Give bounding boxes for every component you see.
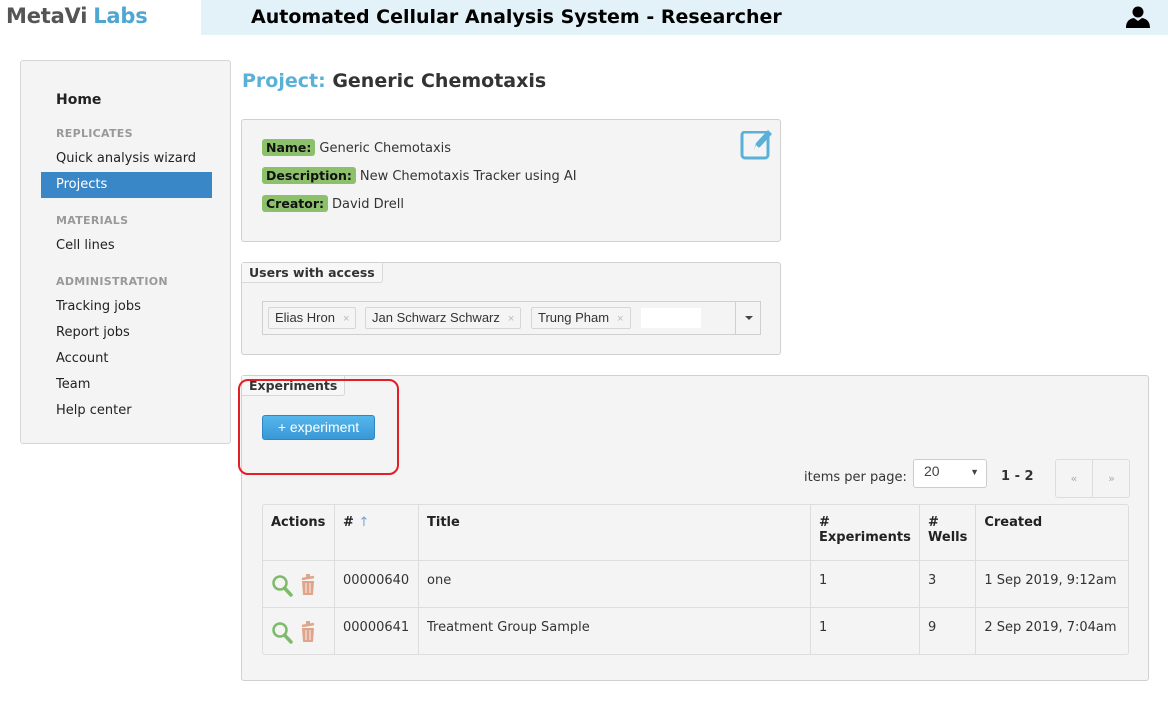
user-chip: Trung Pham × — [531, 307, 631, 329]
name-tag: Name: — [262, 139, 316, 156]
view-icon[interactable] — [271, 620, 293, 644]
users-with-access-panel: Users with access Elias Hron × Jan Schwar… — [241, 262, 781, 355]
users-search-input[interactable] — [641, 308, 701, 328]
title-bar: Automated Cellular Analysis System - Res… — [201, 0, 1168, 35]
next-page-button[interactable]: » — [1093, 460, 1130, 497]
sidebar-item-team[interactable]: Team — [41, 372, 212, 398]
user-chip-label: Jan Schwarz Schwarz — [372, 310, 500, 325]
users-multiselect[interactable]: Elias Hron × Jan Schwarz Schwarz × Trung P… — [262, 301, 761, 335]
row-wells: 3 — [920, 561, 977, 608]
row-id: 00000640 — [335, 561, 419, 608]
info-creator-row: Creator: David Drell — [262, 195, 404, 212]
row-title: Treatment Group Sample — [419, 608, 811, 654]
sidebar-item-cell-lines[interactable]: Cell lines — [41, 233, 212, 259]
user-chip: Jan Schwarz Schwarz × — [365, 307, 522, 329]
page-range: 1 - 2 — [1001, 469, 1034, 484]
edit-icon[interactable] — [740, 126, 774, 160]
row-created: 2 Sep 2019, 7:04am — [984, 620, 1117, 635]
row-wells: 9 — [920, 608, 977, 654]
sidebar-item-home[interactable]: Home — [41, 87, 212, 113]
sidebar-item-tracking-jobs[interactable]: Tracking jobs — [41, 294, 212, 320]
remove-user-icon[interactable]: × — [617, 313, 623, 325]
row-experiments: 1 — [811, 608, 920, 654]
table-header-row: Actions # ↑ Title # Experiments # Wells … — [263, 505, 1128, 561]
page-title: Project: Generic Chemotaxis — [242, 70, 546, 92]
page-title-value: Generic Chemotaxis — [332, 70, 547, 92]
sidebar-item-account[interactable]: Account — [41, 346, 212, 372]
sort-asc-icon: ↑ — [358, 515, 370, 530]
project-info-panel: Name: Generic Chemotaxis Description: New … — [241, 119, 781, 242]
row-created: 1 Sep 2019, 9:12am — [976, 561, 1128, 608]
sidebar-item-report-jobs[interactable]: Report jobs — [41, 320, 212, 346]
col-actions: Actions — [263, 505, 335, 561]
prev-page-button[interactable]: « — [1056, 460, 1093, 497]
chevron-down-icon[interactable] — [735, 302, 760, 334]
view-icon[interactable] — [271, 573, 293, 597]
col-wells[interactable]: # Wells — [920, 505, 977, 561]
col-title[interactable]: Title — [419, 505, 811, 561]
row-actions — [263, 608, 335, 654]
row-id: 00000641 — [335, 608, 419, 654]
pagination: « » — [1055, 459, 1130, 498]
sidebar: Home REPLICATES Quick analysis wizard Pr… — [20, 60, 231, 444]
experiments-legend: Experiments — [242, 376, 346, 396]
experiments-table: Actions # ↑ Title # Experiments # Wells … — [262, 504, 1129, 655]
logo-text-meta: MetaVi — [6, 4, 88, 28]
app-title: Automated Cellular Analysis System - Res… — [251, 6, 782, 28]
user-chip-label: Trung Pham — [538, 310, 610, 325]
user-chip-label: Elias Hron — [275, 310, 335, 325]
users-legend: Users with access — [242, 263, 383, 283]
description-tag: Description: — [262, 167, 356, 184]
sidebar-heading-replicates: REPLICATES — [56, 127, 133, 140]
sidebar-item-help-center[interactable]: Help center — [41, 398, 212, 424]
logo-text-labs: Labs — [93, 4, 148, 28]
items-per-page-select[interactable]: 20 ▼ — [913, 459, 987, 488]
creator-value: David Drell — [331, 197, 404, 212]
top-bar: MetaVi Labs Automated Cellular Analysis S… — [0, 0, 1168, 35]
remove-user-icon[interactable]: × — [343, 313, 349, 325]
row-title: one — [419, 561, 811, 608]
experiments-panel: Experiments + experiment items per page:… — [241, 375, 1149, 681]
description-value: New Chemotaxis Tracker using AI — [359, 169, 577, 184]
add-experiment-button[interactable]: + experiment — [262, 415, 375, 440]
info-description-row: Description: New Chemotaxis Tracker using… — [262, 167, 577, 184]
sidebar-item-projects[interactable]: Projects — [41, 172, 212, 198]
info-name-row: Name: Generic Chemotaxis — [262, 139, 451, 156]
row-experiments: 1 — [811, 561, 920, 608]
delete-icon[interactable] — [297, 573, 319, 597]
table-row: 00000641 Treatment Group Sample 1 9 2 Se… — [263, 608, 1128, 654]
table-row: 00000640 one 1 3 1 Sep 2019, 9:12am — [263, 561, 1128, 608]
col-id[interactable]: # ↑ — [335, 505, 419, 561]
delete-icon[interactable] — [297, 620, 319, 644]
creator-tag: Creator: — [262, 195, 328, 212]
remove-user-icon[interactable]: × — [508, 313, 514, 325]
sidebar-heading-materials: MATERIALS — [56, 214, 129, 227]
caret-down-icon: ▼ — [970, 467, 979, 477]
page-title-label: Project: — [242, 70, 326, 92]
items-per-page-label: items per page: — [804, 470, 907, 485]
col-id-label: # — [343, 515, 354, 530]
sidebar-heading-administration: ADMINISTRATION — [56, 275, 168, 288]
col-created[interactable]: Created — [976, 505, 1128, 561]
sidebar-item-quick-analysis-wizard[interactable]: Quick analysis wizard — [41, 146, 212, 172]
logo[interactable]: MetaVi Labs — [6, 4, 148, 28]
user-icon[interactable] — [1126, 6, 1150, 28]
col-experiments[interactable]: # Experiments — [811, 505, 920, 561]
items-per-page-value: 20 — [924, 463, 940, 479]
user-chip: Elias Hron × — [268, 307, 357, 329]
name-value: Generic Chemotaxis — [319, 141, 452, 156]
row-actions — [263, 561, 335, 608]
